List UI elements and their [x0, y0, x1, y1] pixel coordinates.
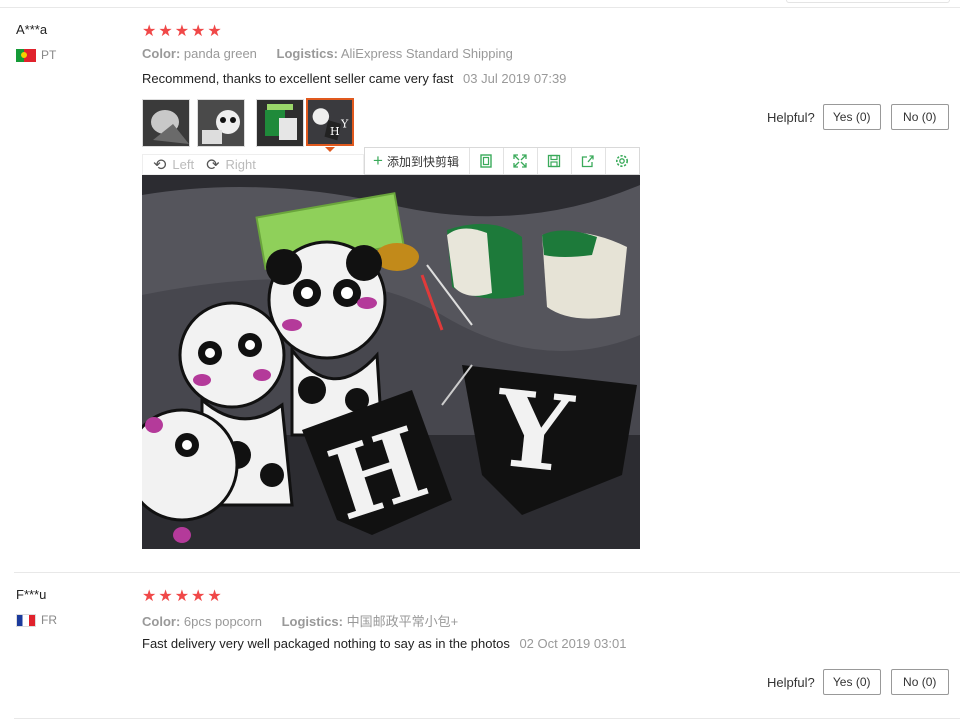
review-attributes: Color: 6pcs popcorn Logistics: 中国邮政平常小包+ — [142, 611, 474, 630]
helpful-no-button[interactable]: No (0) — [890, 104, 949, 130]
helpful-label: Helpful? — [767, 109, 815, 125]
country-code: PT — [41, 48, 57, 62]
star-rating: ★★★★★ — [142, 23, 224, 40]
review-photo-thumbnail[interactable] — [197, 99, 245, 147]
settings-icon[interactable] — [606, 148, 639, 174]
review-attributes: Color: panda green Logistics: AliExpress… — [142, 46, 529, 61]
star-rating: ★★★★★ — [142, 588, 224, 605]
logistics-label: Logistics: — [281, 614, 343, 629]
image-rotate-toolbar: ⟲ Left ⟳ Right — [142, 154, 364, 175]
svg-text:Y: Y — [340, 118, 349, 131]
add-to-clip-label: 添加到快剪辑 — [386, 154, 459, 169]
helpful-yes-button[interactable]: Yes (0) — [822, 104, 881, 130]
helpful-yes-button[interactable]: Yes (0) — [822, 669, 881, 695]
reviewer-name: F***u — [16, 587, 47, 602]
france-flag-icon — [16, 613, 36, 627]
review-body: Fast delivery very well packaged nothing… — [142, 636, 626, 651]
review-divider — [14, 572, 960, 573]
logistics-label: Logistics: — [276, 46, 338, 61]
review-text: Fast delivery very well packaged nothing… — [142, 636, 510, 651]
photo-thumbnail-image — [257, 100, 303, 146]
photo-thumbnail-image: H Y — [308, 100, 352, 144]
selected-thumbnail-caret — [325, 147, 335, 152]
top-tab-edge — [786, 0, 950, 3]
review-body: Recommend, thanks to excellent seller ca… — [142, 71, 566, 86]
rotate-right-icon[interactable]: ⟳ — [206, 155, 219, 175]
review-photo-thumbnail[interactable] — [256, 99, 304, 147]
copy-icon[interactable] — [470, 148, 504, 174]
color-label: Color: — [142, 614, 181, 629]
color-value: 6pcs popcorn — [183, 614, 262, 629]
share-icon[interactable] — [572, 148, 606, 174]
plus-icon: + — [373, 151, 383, 170]
photo-thumbnail-image — [198, 100, 244, 146]
helpful-label: Helpful? — [767, 674, 815, 690]
logistics-value: AliExpress Standard Shipping — [340, 46, 513, 61]
svg-text:Y: Y — [489, 365, 579, 496]
portugal-flag-icon — [16, 48, 36, 62]
logistics-value: 中国邮政平常小包+ — [346, 614, 459, 629]
reviewer-country: PT — [16, 48, 56, 62]
review-text: Recommend, thanks to excellent seller ca… — [142, 71, 454, 86]
rotate-left-button[interactable]: Left — [172, 157, 194, 172]
svg-text:H: H — [330, 125, 340, 138]
top-divider — [0, 7, 960, 8]
review-date: 03 Jul 2019 07:39 — [463, 71, 567, 86]
fullscreen-icon[interactable] — [504, 148, 538, 174]
reviewer-country: FR — [16, 613, 57, 627]
photo-thumbnail-image — [143, 100, 189, 146]
image-extension-toolbar: + 添加到快剪辑 — [364, 147, 640, 175]
rotate-left-icon[interactable]: ⟲ — [153, 155, 166, 175]
review-date: 02 Oct 2019 03:01 — [519, 636, 627, 651]
country-code: FR — [41, 613, 57, 627]
review-photo-thumbnail-selected[interactable]: H Y — [306, 98, 354, 146]
helpful-vote: Helpful? Yes (0) No (0) — [767, 669, 949, 695]
helpful-vote: Helpful? Yes (0) No (0) — [767, 104, 949, 130]
review-photo-image: H Y — [142, 175, 640, 549]
color-label: Color: — [142, 46, 181, 61]
helpful-no-button[interactable]: No (0) — [890, 669, 949, 695]
save-icon[interactable] — [538, 148, 572, 174]
color-value: panda green — [183, 46, 257, 61]
rotate-right-button[interactable]: Right — [226, 157, 256, 172]
review-photo-thumbnail[interactable] — [142, 99, 190, 147]
review-divider — [14, 718, 960, 719]
review-photo-large[interactable]: H Y — [142, 175, 640, 549]
add-to-clip-button[interactable]: + 添加到快剪辑 — [365, 148, 470, 174]
reviewer-name: A***a — [16, 22, 48, 37]
